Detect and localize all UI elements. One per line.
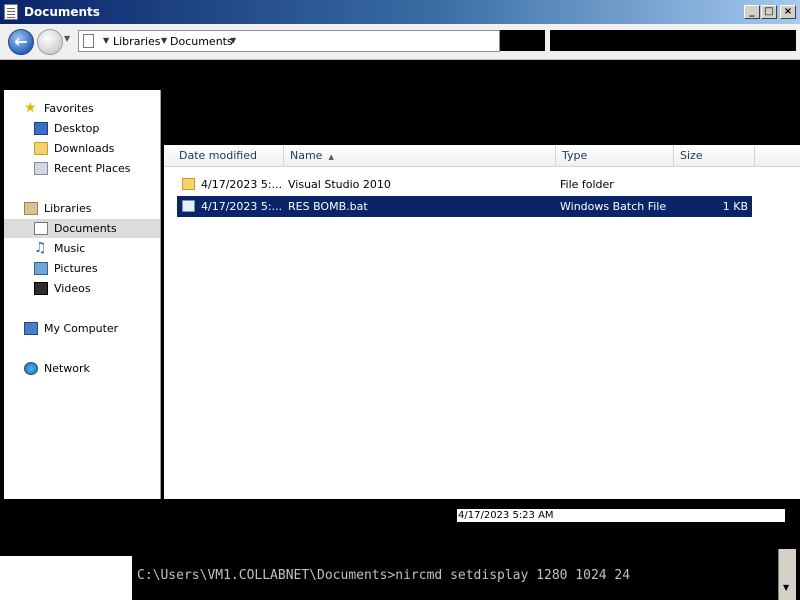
nav-music[interactable]: ♫ Music <box>34 239 154 258</box>
scroll-down-icon[interactable]: ▼ <box>783 583 789 592</box>
file-type: Windows Batch File <box>560 200 667 213</box>
nav-label: Favorites <box>44 102 94 115</box>
nav-recent-places[interactable]: Recent Places <box>34 159 154 178</box>
document-app-icon <box>4 4 18 20</box>
star-icon: ★ <box>24 100 37 116</box>
videos-film-icon <box>34 282 48 295</box>
file-row[interactable]: 4/17/2023 5:... RES BOMB.bat Windows Bat… <box>177 196 752 217</box>
chevron-down-icon[interactable]: ▼ <box>103 36 109 45</box>
recent-places-icon <box>34 162 48 175</box>
nav-label: Music <box>54 242 86 255</box>
minimize-button[interactable]: _ <box>744 5 760 19</box>
nav-label: Documents <box>54 222 117 235</box>
nav-label: My Computer <box>44 322 119 335</box>
nav-pictures[interactable]: Pictures <box>34 259 154 278</box>
column-label: Name <box>290 149 323 162</box>
file-list-pane: Date modified Name ▲ Type Size 4/17/2023 … <box>164 90 800 499</box>
file-size: 1 KB <box>722 200 748 213</box>
downloads-folder-icon <box>34 142 48 155</box>
column-size[interactable]: Size <box>674 145 755 167</box>
command-line: C:\Users\VM1.COLLABNET\Documents>nircmd … <box>137 568 631 583</box>
documents-icon <box>34 222 48 235</box>
recent-pages-chevron-down-icon[interactable]: ▼ <box>64 34 70 43</box>
sort-ascending-icon: ▲ <box>328 153 334 161</box>
close-button[interactable]: × <box>780 5 796 19</box>
redacted-region <box>164 90 800 145</box>
toolbar-redacted <box>0 61 800 90</box>
forward-button[interactable] <box>37 29 63 55</box>
nav-libraries[interactable]: Libraries <box>24 199 154 218</box>
nav-my-computer[interactable]: My Computer <box>24 319 154 338</box>
folder-icon <box>182 178 195 190</box>
nav-label: Downloads <box>54 142 115 155</box>
column-date-modified[interactable]: Date modified <box>173 145 284 167</box>
nav-label: Pictures <box>54 262 98 275</box>
desktop-background <box>0 556 132 600</box>
nav-documents[interactable]: Documents <box>4 219 160 238</box>
music-note-icon: ♫ <box>34 240 47 256</box>
nav-videos[interactable]: Videos <box>34 279 154 298</box>
desktop-icon <box>34 122 48 135</box>
date-modified-value: 4/17/2023 5:23 AM <box>457 509 785 522</box>
navigation-pane: ★ Favorites Desktop Downloads Recent Pla… <box>4 90 161 499</box>
nav-label: Network <box>44 362 90 375</box>
file-date: 4/17/2023 5:... <box>201 178 283 191</box>
back-arrow-icon: ← <box>14 32 28 51</box>
libraries-icon <box>24 202 38 215</box>
page-icon <box>83 34 94 48</box>
back-button[interactable]: ← <box>8 29 34 55</box>
title-bar: Documents _ □ × <box>0 0 800 24</box>
file-date: 4/17/2023 5:... <box>201 200 283 213</box>
nav-network[interactable]: Network <box>24 359 154 378</box>
chevron-down-icon[interactable]: ▼ <box>230 36 236 45</box>
address-bar[interactable]: ▼ Libraries ▼ Documents ▼ <box>78 30 500 52</box>
file-type: File folder <box>560 178 614 191</box>
search-box-redacted <box>550 30 796 51</box>
address-toolbar: ← ▼ ▼ Libraries ▼ Documents ▼ <box>0 24 800 60</box>
column-label: Date modified <box>179 149 257 162</box>
file-row[interactable]: 4/17/2023 5:... Visual Studio 2010 File … <box>177 174 752 195</box>
window-title: Documents <box>24 5 100 19</box>
breadcrumb-libraries[interactable]: Libraries <box>113 35 161 48</box>
nav-label: Recent Places <box>54 162 131 175</box>
column-label: Size <box>680 149 703 162</box>
batch-file-icon <box>182 200 195 212</box>
nav-favorites[interactable]: ★ Favorites <box>24 99 154 118</box>
network-globe-icon <box>24 362 38 375</box>
computer-icon <box>24 322 38 335</box>
breadcrumb-documents[interactable]: Documents <box>170 35 233 48</box>
command-prompt-window[interactable]: C:\Users\VM1.COLLABNET\Documents>nircmd … <box>132 549 800 600</box>
file-name: RES BOMB.bat <box>288 200 368 213</box>
nav-downloads[interactable]: Downloads <box>34 139 154 158</box>
column-header-row: Date modified Name ▲ Type Size <box>164 145 800 167</box>
details-pane: 4/17/2023 5:23 AM <box>0 499 800 549</box>
console-scrollbar[interactable]: ▼ <box>778 549 796 600</box>
column-type[interactable]: Type <box>556 145 674 167</box>
column-name[interactable]: Name ▲ <box>284 145 556 167</box>
nav-desktop[interactable]: Desktop <box>34 119 154 138</box>
nav-label: Desktop <box>54 122 100 135</box>
redacted-region <box>500 30 545 51</box>
nav-label: Videos <box>54 282 91 295</box>
maximize-button[interactable]: □ <box>761 5 777 19</box>
nav-label: Libraries <box>44 202 92 215</box>
file-name: Visual Studio 2010 <box>288 178 391 191</box>
pictures-icon <box>34 262 48 275</box>
column-label: Type <box>562 149 588 162</box>
chevron-down-icon[interactable]: ▼ <box>161 36 167 45</box>
